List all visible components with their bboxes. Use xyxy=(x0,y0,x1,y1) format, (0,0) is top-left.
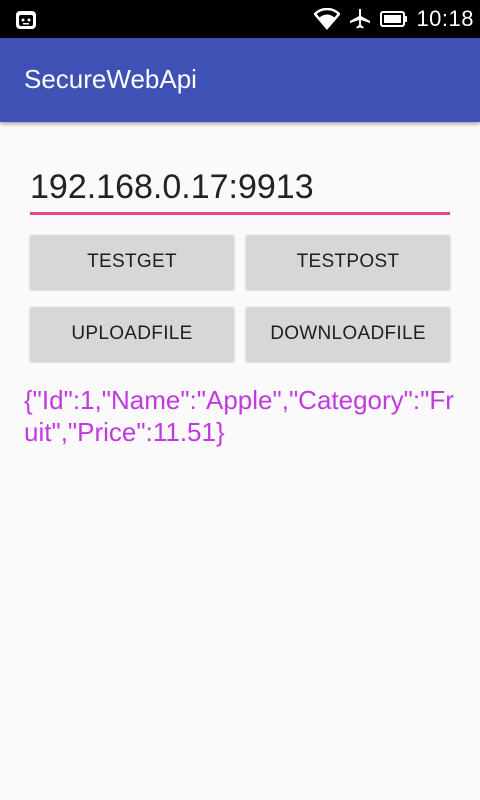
host-input-underline xyxy=(30,212,450,215)
airplane-mode-icon xyxy=(350,9,371,29)
testpost-button[interactable]: TESTPOST xyxy=(246,235,450,289)
testget-button[interactable]: TESTGET xyxy=(30,235,234,289)
status-bar: 10:18 xyxy=(0,0,480,38)
host-field xyxy=(30,162,450,216)
uploadfile-button[interactable]: UPLOADFILE xyxy=(30,307,234,361)
status-clock: 10:18 xyxy=(416,6,474,31)
response-text: {"Id":1,"Name":"Apple","Category":"Fruit… xyxy=(24,385,454,447)
downloadfile-button[interactable]: DOWNLOADFILE xyxy=(246,307,450,361)
app-notification-icon xyxy=(16,11,36,29)
wifi-icon xyxy=(314,8,341,30)
host-address-input[interactable] xyxy=(30,162,450,212)
app-title: SecureWebApi xyxy=(24,64,197,94)
main-content: TESTGET TESTPOST UPLOADFILE DOWNLOADFILE… xyxy=(0,122,480,800)
battery-icon xyxy=(380,11,408,27)
app-bar: SecureWebApi xyxy=(0,38,480,122)
